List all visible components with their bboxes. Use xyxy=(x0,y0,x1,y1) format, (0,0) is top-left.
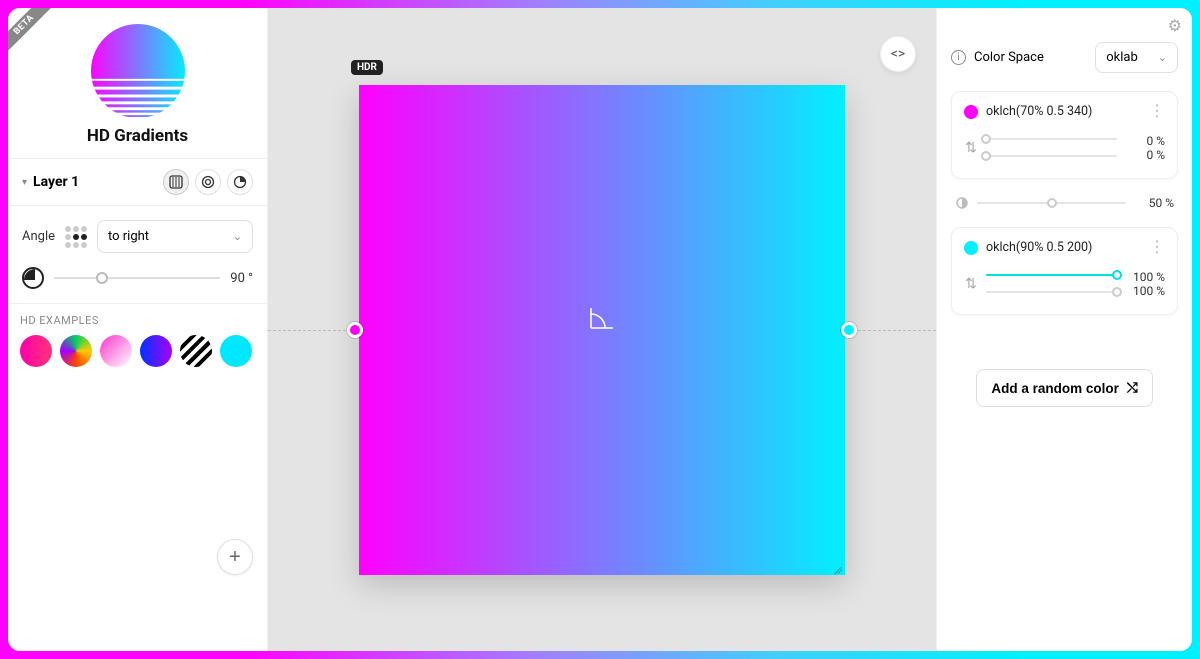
stop-menu-button[interactable]: ⋮ xyxy=(1149,244,1165,250)
examples-title: HD EXAMPLES xyxy=(20,314,255,327)
angle-slider[interactable] xyxy=(54,269,220,287)
layer-name: Layer 1 xyxy=(33,174,157,190)
stop-handle-end[interactable] xyxy=(841,322,857,338)
example-swatch[interactable] xyxy=(140,335,172,367)
add-layer-button[interactable]: + xyxy=(217,539,253,575)
stop-position-slider[interactable] xyxy=(986,132,1117,146)
stop-position-value: 0 % xyxy=(1125,148,1165,162)
gear-icon: ⚙ xyxy=(1168,16,1182,35)
color-space-value: oklab xyxy=(1106,50,1138,65)
color-space-select[interactable]: oklab ⌄ xyxy=(1095,42,1178,73)
app-root: BETA xyxy=(8,8,1192,651)
color-stop-card: oklch(90% 0.5 200) ⋮ ⇅ 100 % xyxy=(951,227,1178,315)
example-swatch[interactable] xyxy=(180,335,212,367)
layer-controls: Angle to right ⌄ 90 ° xyxy=(8,206,267,303)
settings-button[interactable]: ⚙ xyxy=(1168,16,1182,35)
stop-handle-start[interactable] xyxy=(347,322,363,338)
stop-color-value[interactable]: oklch(70% 0.5 340) xyxy=(986,104,1141,119)
color-space-label: Color Space xyxy=(974,50,1087,65)
code-toggle-button[interactable]: <> xyxy=(880,36,916,72)
angle-label: Angle xyxy=(22,229,55,244)
chevron-down-icon: ⌄ xyxy=(1158,51,1167,64)
gradient-type-radial-button[interactable] xyxy=(195,169,221,195)
angle-indicator-icon xyxy=(589,304,615,330)
midpoint-row: 50 % xyxy=(951,193,1178,213)
left-sidebar: BETA xyxy=(8,8,268,651)
link-icon[interactable]: ⇅ xyxy=(964,140,978,156)
gradient-type-linear-button[interactable] xyxy=(163,169,189,195)
stop-position-slider[interactable] xyxy=(986,285,1117,299)
example-swatch[interactable] xyxy=(20,335,52,367)
example-swatch[interactable] xyxy=(60,335,92,367)
add-random-color-label: Add a random color xyxy=(991,381,1119,396)
layer-header[interactable]: ▾ Layer 1 xyxy=(8,158,267,206)
example-swatch[interactable] xyxy=(220,335,252,367)
stop-color-swatch[interactable] xyxy=(964,105,978,119)
direction-value: to right xyxy=(108,229,149,244)
direction-select[interactable]: to right ⌄ xyxy=(97,220,253,253)
stop-position-slider[interactable] xyxy=(986,268,1117,282)
stop-position-value: 0 % xyxy=(1125,134,1165,148)
link-icon[interactable]: ⇅ xyxy=(964,276,978,292)
color-stop-card: oklch(70% 0.5 340) ⋮ ⇅ 0 % 0 % xyxy=(951,91,1178,179)
gradient-type-conic-button[interactable] xyxy=(227,169,253,195)
chevron-down-icon: ⌄ xyxy=(233,230,242,243)
examples-section: HD EXAMPLES xyxy=(8,303,267,375)
gradient-preview[interactable] xyxy=(359,85,845,575)
code-icon: <> xyxy=(891,46,905,62)
stop-menu-button[interactable]: ⋮ xyxy=(1149,108,1165,114)
canvas-area: HDR <> xyxy=(268,8,936,651)
stop-position-slider[interactable] xyxy=(986,149,1117,163)
resize-handle[interactable] xyxy=(833,563,843,573)
logo-block: HD Gradients xyxy=(8,8,267,158)
info-icon[interactable]: i xyxy=(951,50,966,65)
stop-color-value[interactable]: oklch(90% 0.5 200) xyxy=(986,240,1141,255)
direction-grid[interactable] xyxy=(65,226,87,248)
stop-position-value: 100 % xyxy=(1125,284,1165,298)
chevron-down-icon: ▾ xyxy=(22,177,27,188)
shuffle-icon: ⤭ xyxy=(1127,380,1138,396)
stop-color-swatch[interactable] xyxy=(964,241,978,255)
hdr-badge: HDR xyxy=(351,60,383,75)
add-random-color-button[interactable]: Add a random color ⤭ xyxy=(976,369,1152,407)
midpoint-icon xyxy=(955,196,969,210)
midpoint-value: 50 % xyxy=(1134,196,1174,210)
logo-icon xyxy=(89,22,187,120)
angle-value: 90 ° xyxy=(230,271,253,286)
angle-dial[interactable] xyxy=(22,267,44,289)
midpoint-slider[interactable] xyxy=(977,196,1126,210)
right-panel: ⚙ i Color Space oklab ⌄ oklch(70% 0.5 34… xyxy=(936,8,1192,651)
example-swatch[interactable] xyxy=(100,335,132,367)
stop-position-value: 100 % xyxy=(1125,270,1165,284)
app-title: HD Gradients xyxy=(8,126,267,146)
